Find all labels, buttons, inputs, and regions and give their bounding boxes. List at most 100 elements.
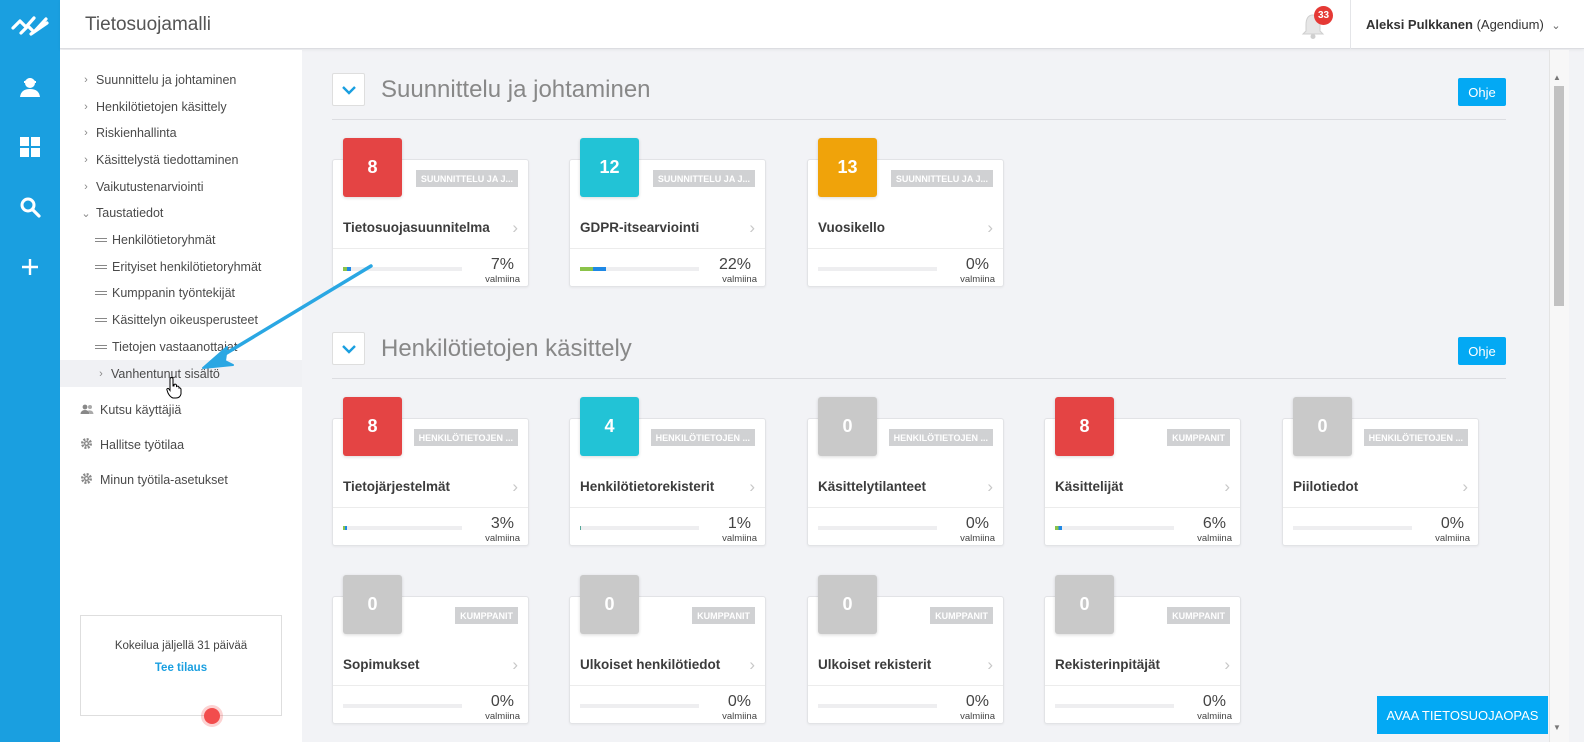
chevron-right-icon: › <box>749 477 755 496</box>
category-tag: HENKILÖTIETOJEN ... <box>650 429 755 446</box>
progress-bar <box>1055 526 1174 530</box>
category-tag: KUMPPANIT <box>930 607 993 624</box>
card-title: Sopimukset <box>343 657 420 672</box>
user-menu[interactable]: Aleksi Pulkkanen (Agendium) ⌄ <box>1366 17 1561 32</box>
sidebar-subitem-vastaanottajat[interactable]: Tietojen vastaanottajat <box>95 337 237 357</box>
list-icon <box>95 263 107 271</box>
card-title: Ulkoiset henkilötiedot <box>580 657 721 672</box>
sidebar-subitem-kumppanin[interactable]: Kumppanin työntekijät <box>95 283 235 303</box>
chevron-right-icon: › <box>84 127 88 139</box>
list-icon <box>95 316 107 324</box>
sidebar-item-label: Henkilötietoryhmät <box>112 233 216 247</box>
invite-users-link[interactable]: Kutsu käyttäjiä <box>80 400 181 420</box>
count-badge: 8 <box>1055 397 1114 456</box>
progress-fill <box>343 526 347 530</box>
chevron-right-icon: › <box>84 74 88 86</box>
count-badge: 12 <box>580 138 639 197</box>
module-card[interactable]: 4 HENKILÖTIETOJEN ... Henkilötietorekister… <box>569 397 766 546</box>
module-card[interactable]: 13 SUUNNITTELU JA J... Vuosikello › 0% valmii… <box>807 138 1004 287</box>
progress-bar <box>343 704 462 708</box>
section-divider <box>332 378 1506 379</box>
progress-fill <box>580 526 582 530</box>
search-icon[interactable] <box>0 177 60 237</box>
sidebar-item-label: Käsittelyn oikeusperusteet <box>112 313 258 327</box>
chevron-right-icon: › <box>512 655 518 674</box>
section-toggle-button[interactable] <box>332 73 365 106</box>
sidebar-item-label: Suunnittelu ja johtaminen <box>96 73 237 87</box>
module-card[interactable]: 8 SUUNNITTELU JA J... Tietosuojasuunnitelm… <box>332 138 529 287</box>
progress-label: valmiina <box>485 533 520 544</box>
card-divider <box>1283 507 1478 508</box>
progress-percent: 7% <box>490 256 514 273</box>
manage-workspace-link[interactable]: Hallitse työtilaa <box>80 435 184 455</box>
sidebar-item-henkilotietojen[interactable]: › Henkilötietojen käsittely <box>80 97 226 117</box>
progress-bar <box>818 704 937 708</box>
sidebar-subitem-erityiset[interactable]: Erityiset henkilötietoryhmät <box>95 257 261 277</box>
scrollbar-thumb[interactable] <box>1554 86 1564 306</box>
card-divider <box>333 685 528 686</box>
top-bar: Tietosuojamalli 33 Aleksi Pulkkanen (Age… <box>60 0 1584 49</box>
progress-percent: 0% <box>727 693 751 710</box>
progress-percent: 0% <box>965 693 989 710</box>
gear-icon <box>80 437 94 453</box>
sidebar-subitem-vanhentunut[interactable]: › Vanhentunut sisältö <box>95 364 220 384</box>
module-card[interactable]: 0 KUMPPANIT Ulkoiset rekisterit › 0% valmiina <box>807 575 1004 724</box>
logo-icon[interactable] <box>0 0 60 49</box>
card-divider <box>333 248 528 249</box>
progress-fill <box>1055 526 1063 530</box>
progress-percent: 22% <box>718 256 751 273</box>
workspace-settings-link[interactable]: Minun työtila-asetukset <box>80 470 228 490</box>
progress-label: valmiina <box>722 274 757 285</box>
notifications-button[interactable]: 33 <box>1300 6 1334 40</box>
sidebar-item-taustatiedot[interactable]: ⌄ Taustatiedot <box>80 203 163 223</box>
category-tag: KUMPPANIT <box>1167 429 1230 446</box>
progress-label: valmiina <box>1197 711 1232 722</box>
card-divider <box>1045 507 1240 508</box>
open-guide-button[interactable]: AVAA TIETOSUOJAOPAS <box>1377 696 1548 734</box>
sidebar-item-suunnittelu[interactable]: › Suunnittelu ja johtaminen <box>80 70 236 90</box>
module-card[interactable]: 0 KUMPPANIT Rekisterinpitäjät › 0% valmiina <box>1044 575 1241 724</box>
trial-text: Kokeilua jäljellä 31 päivää <box>114 640 248 652</box>
category-tag: SUUNNITTELU JA J... <box>652 170 755 187</box>
dashboard-icon[interactable] <box>0 117 60 177</box>
card-title: Henkilötietorekisterit <box>580 479 715 494</box>
click-indicator <box>204 708 220 724</box>
progress-percent: 0% <box>965 256 989 273</box>
plus-icon[interactable] <box>0 237 60 297</box>
module-card[interactable]: 0 KUMPPANIT Ulkoiset henkilötiedot › 0% valmi… <box>569 575 766 724</box>
module-card[interactable]: 0 KUMPPANIT Sopimukset › 0% valmiina <box>332 575 529 724</box>
list-icon <box>95 343 107 351</box>
sidebar-subitem-henkilotietoryhmat[interactable]: Henkilötietoryhmät <box>95 230 216 250</box>
module-card[interactable]: 8 KUMPPANIT Käsittelijät › 6% valmiina <box>1044 397 1241 546</box>
action-label: Kutsu käyttäjiä <box>100 403 182 417</box>
sidebar-subitem-oikeusperusteet[interactable]: Käsittelyn oikeusperusteet <box>95 310 258 330</box>
module-card[interactable]: 12 SUUNNITTELU JA J... GDPR-itsearviointi ›… <box>569 138 766 287</box>
chevron-right-icon: › <box>512 477 518 496</box>
module-card[interactable]: 8 HENKILÖTIETOJEN ... Tietojärjestelmät › 3%… <box>332 397 529 546</box>
module-card[interactable]: 0 HENKILÖTIETOJEN ... Piilotiedot › 0% valmii… <box>1282 397 1479 546</box>
scroll-up-icon[interactable]: ▲ <box>1553 73 1561 82</box>
card-title: Vuosikello <box>818 220 886 235</box>
sidebar-item-vaikutustenarviointi[interactable]: › Vaikutustenarviointi <box>80 177 203 197</box>
sidebar-item-label: Kumppanin työntekijät <box>112 286 235 300</box>
count-badge: 8 <box>343 397 402 456</box>
chevron-down-icon: ⌄ <box>1551 20 1561 32</box>
module-card[interactable]: 0 HENKILÖTIETOJEN ... Käsittelytilanteet › 0… <box>807 397 1004 546</box>
sidebar-item-label: Riskienhallinta <box>96 126 177 140</box>
card-divider <box>808 685 1003 686</box>
sidebar-item-tiedottaminen[interactable]: › Käsittelystä tiedottaminen <box>80 150 238 170</box>
subscribe-link[interactable]: Tee tilaus <box>155 662 207 674</box>
scroll-down-icon[interactable]: ▼ <box>1553 723 1561 732</box>
help-button[interactable]: Ohje <box>1458 78 1506 106</box>
sidebar-item-riskienhallinta[interactable]: › Riskienhallinta <box>80 123 177 143</box>
section-toggle-button[interactable] <box>332 332 365 365</box>
chevron-right-icon: › <box>987 218 993 237</box>
divider <box>1350 0 1351 49</box>
progress-label: valmiina <box>1435 533 1470 544</box>
card-title: Piilotiedot <box>1293 479 1359 494</box>
help-button[interactable]: Ohje <box>1458 337 1506 365</box>
category-tag: SUUNNITTELU JA J... <box>415 170 518 187</box>
progress-bar <box>343 526 462 530</box>
notification-badge: 33 <box>1314 6 1333 25</box>
user-icon[interactable] <box>0 57 60 117</box>
